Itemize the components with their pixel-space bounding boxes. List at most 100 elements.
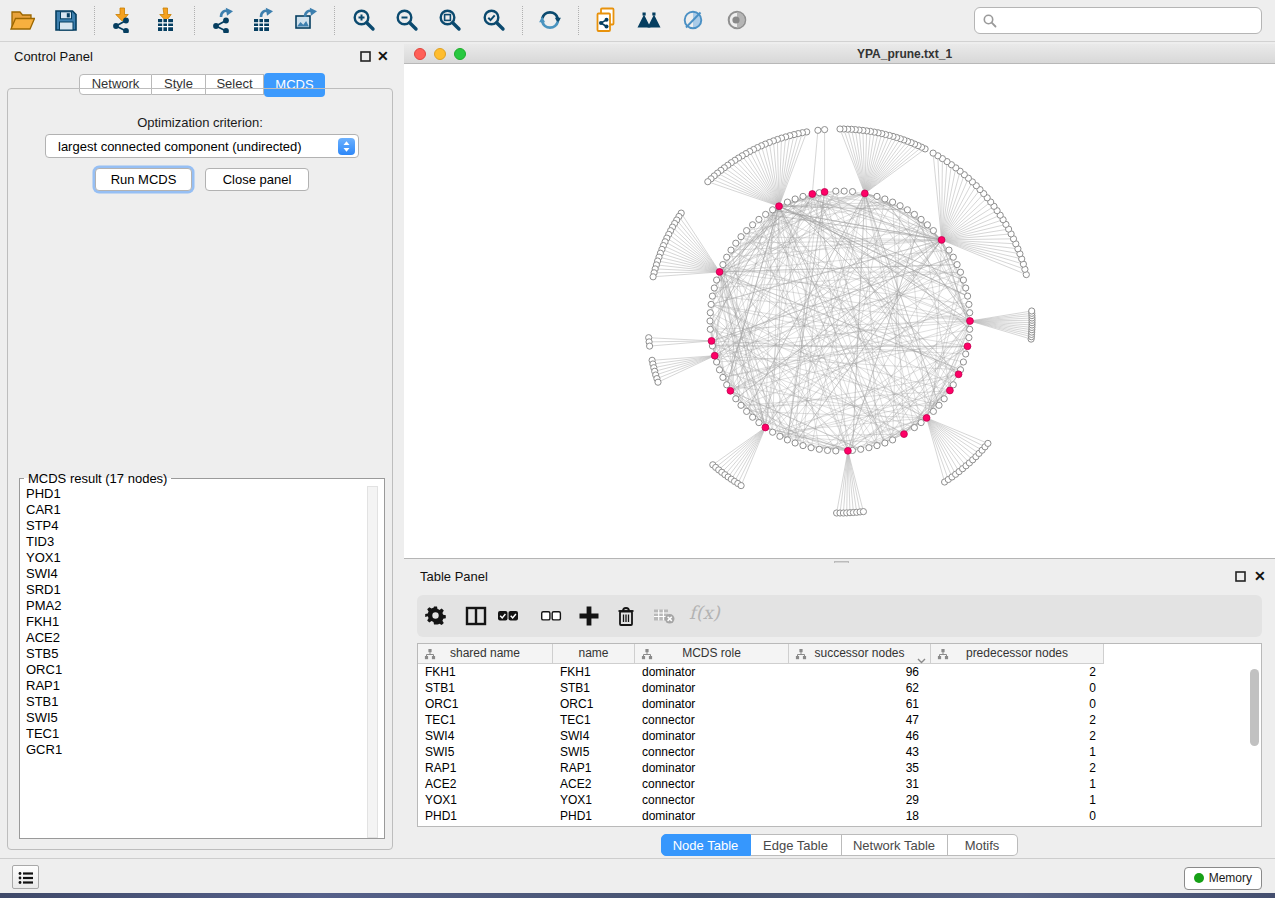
- cell-successor_nodes[interactable]: 35: [789, 760, 931, 776]
- cell-name[interactable]: ORC1: [553, 696, 635, 712]
- cell-mcds_role[interactable]: connector: [635, 744, 789, 760]
- cell-mcds_role[interactable]: connector: [635, 792, 789, 808]
- search-field[interactable]: [974, 7, 1262, 34]
- table-row-RAP1[interactable]: RAP1RAP1dominator352: [418, 760, 1104, 776]
- function-builder-icon[interactable]: f(x): [689, 602, 720, 623]
- zoom-selected-icon[interactable]: [481, 7, 507, 33]
- cell-name[interactable]: RAP1: [553, 760, 635, 776]
- table-row-ACE2[interactable]: ACE2ACE2connector311: [418, 776, 1104, 792]
- mcds-node-name[interactable]: SRD1: [26, 582, 62, 598]
- cell-shared_name[interactable]: STB1: [418, 680, 553, 696]
- table-row-SWI4[interactable]: SWI4SWI4dominator462: [418, 728, 1104, 744]
- cell-predecessor_nodes[interactable]: 0: [931, 696, 1104, 712]
- delete-table-icon[interactable]: [653, 605, 675, 630]
- close-panel-button[interactable]: Close panel: [205, 168, 309, 191]
- cell-successor_nodes[interactable]: 29: [789, 792, 931, 808]
- cell-mcds_role[interactable]: connector: [635, 712, 789, 728]
- column-header-successor-nodes[interactable]: successor nodes: [789, 644, 931, 664]
- mcds-node-name[interactable]: ACE2: [26, 630, 62, 646]
- tab-motifs[interactable]: Motifs: [948, 834, 1018, 856]
- tab-edge-table[interactable]: Edge Table: [751, 834, 842, 856]
- cell-mcds_role[interactable]: dominator: [635, 728, 789, 744]
- cell-shared_name[interactable]: RAP1: [418, 760, 553, 776]
- birds-eye-view-icon[interactable]: [724, 7, 750, 33]
- cell-shared_name[interactable]: SWI5: [418, 744, 553, 760]
- cell-predecessor_nodes[interactable]: 2: [931, 664, 1104, 680]
- cell-name[interactable]: SWI4: [553, 728, 635, 744]
- tab-network-table[interactable]: Network Table: [842, 834, 948, 856]
- cell-successor_nodes[interactable]: 31: [789, 776, 931, 792]
- export-image-icon[interactable]: [293, 7, 319, 33]
- cell-predecessor_nodes[interactable]: 1: [931, 744, 1104, 760]
- table-row-STB1[interactable]: STB1STB1dominator620: [418, 680, 1104, 696]
- cell-mcds_role[interactable]: dominator: [635, 808, 789, 824]
- import-table-icon[interactable]: [153, 7, 179, 33]
- mcds-scrollbar-track[interactable]: [367, 486, 378, 838]
- cell-predecessor_nodes[interactable]: 0: [931, 680, 1104, 696]
- float-table-panel-icon[interactable]: [1235, 570, 1246, 585]
- cell-successor_nodes[interactable]: 61: [789, 696, 931, 712]
- column-header-predecessor-nodes[interactable]: predecessor nodes: [931, 644, 1104, 664]
- table-row-YOX1[interactable]: YOX1YOX1connector291: [418, 792, 1104, 808]
- show-panels-button[interactable]: [12, 865, 39, 889]
- cell-name[interactable]: YOX1: [553, 792, 635, 808]
- mcds-node-name[interactable]: SWI5: [26, 710, 62, 726]
- cell-shared_name[interactable]: ACE2: [418, 776, 553, 792]
- float-panel-icon[interactable]: [360, 50, 371, 65]
- mcds-node-name[interactable]: STB1: [26, 694, 62, 710]
- cell-mcds_role[interactable]: dominator: [635, 680, 789, 696]
- cell-name[interactable]: SWI5: [553, 744, 635, 760]
- cell-successor_nodes[interactable]: 47: [789, 712, 931, 728]
- cell-name[interactable]: TEC1: [553, 712, 635, 728]
- cell-predecessor_nodes[interactable]: 1: [931, 776, 1104, 792]
- table-row-SWI5[interactable]: SWI5SWI5connector431: [418, 744, 1104, 760]
- cell-shared_name[interactable]: SWI4: [418, 728, 553, 744]
- update-view-icon[interactable]: [537, 7, 563, 33]
- close-control-panel-icon[interactable]: ✕: [377, 50, 389, 62]
- deselect-all-rows-icon[interactable]: [540, 605, 562, 630]
- add-column-icon[interactable]: [578, 605, 600, 630]
- toggle-panes-icon[interactable]: [465, 605, 487, 630]
- cell-successor_nodes[interactable]: 43: [789, 744, 931, 760]
- table-row-ORC1[interactable]: ORC1ORC1dominator610: [418, 696, 1104, 712]
- search-binoculars-icon[interactable]: [636, 7, 662, 33]
- cell-predecessor_nodes[interactable]: 1: [931, 792, 1104, 808]
- import-network-icon[interactable]: [109, 7, 135, 33]
- mcds-node-name[interactable]: PHD1: [26, 486, 62, 502]
- mcds-result-list[interactable]: PHD1CAR1STP4TID3YOX1SWI4SRD1PMA2FKH1ACE2…: [26, 486, 62, 758]
- cell-name[interactable]: ACE2: [553, 776, 635, 792]
- export-table-icon[interactable]: [249, 7, 275, 33]
- run-mcds-button[interactable]: Run MCDS: [95, 168, 192, 191]
- cell-successor_nodes[interactable]: 62: [789, 680, 931, 696]
- mcds-node-name[interactable]: TEC1: [26, 726, 62, 742]
- mcds-node-name[interactable]: CAR1: [26, 502, 62, 518]
- mcds-node-name[interactable]: PMA2: [26, 598, 62, 614]
- delete-columns-icon[interactable]: [615, 605, 637, 630]
- cell-shared_name[interactable]: FKH1: [418, 664, 553, 680]
- mcds-node-name[interactable]: YOX1: [26, 550, 62, 566]
- memory-button[interactable]: Memory: [1184, 867, 1262, 890]
- cell-predecessor_nodes[interactable]: 2: [931, 728, 1104, 744]
- network-canvas[interactable]: [404, 64, 1275, 559]
- mcds-node-name[interactable]: ORC1: [26, 662, 62, 678]
- cell-shared_name[interactable]: TEC1: [418, 712, 553, 728]
- select-all-rows-icon[interactable]: [497, 605, 519, 630]
- cell-shared_name[interactable]: YOX1: [418, 792, 553, 808]
- column-header-shared-name[interactable]: shared name: [418, 644, 553, 664]
- export-network-icon[interactable]: [209, 7, 235, 33]
- table-row-FKH1[interactable]: FKH1FKH1dominator962: [418, 664, 1104, 680]
- criterion-dropdown[interactable]: largest connected component (undirected): [45, 134, 359, 158]
- table-row-PHD1[interactable]: PHD1PHD1dominator180: [418, 808, 1104, 824]
- open-session-icon[interactable]: [9, 7, 35, 33]
- column-header-name[interactable]: name: [553, 644, 635, 664]
- cell-mcds_role[interactable]: dominator: [635, 696, 789, 712]
- zoom-out-icon[interactable]: [394, 7, 420, 33]
- cell-name[interactable]: STB1: [553, 680, 635, 696]
- mcds-node-name[interactable]: STB5: [26, 646, 62, 662]
- mcds-node-name[interactable]: TID3: [26, 534, 62, 550]
- close-table-panel-icon[interactable]: ✕: [1254, 570, 1266, 582]
- mcds-node-name[interactable]: RAP1: [26, 678, 62, 694]
- table-settings-icon[interactable]: [425, 605, 446, 629]
- network-window-titlebar[interactable]: YPA_prune.txt_1: [404, 44, 1275, 64]
- mcds-node-name[interactable]: STP4: [26, 518, 62, 534]
